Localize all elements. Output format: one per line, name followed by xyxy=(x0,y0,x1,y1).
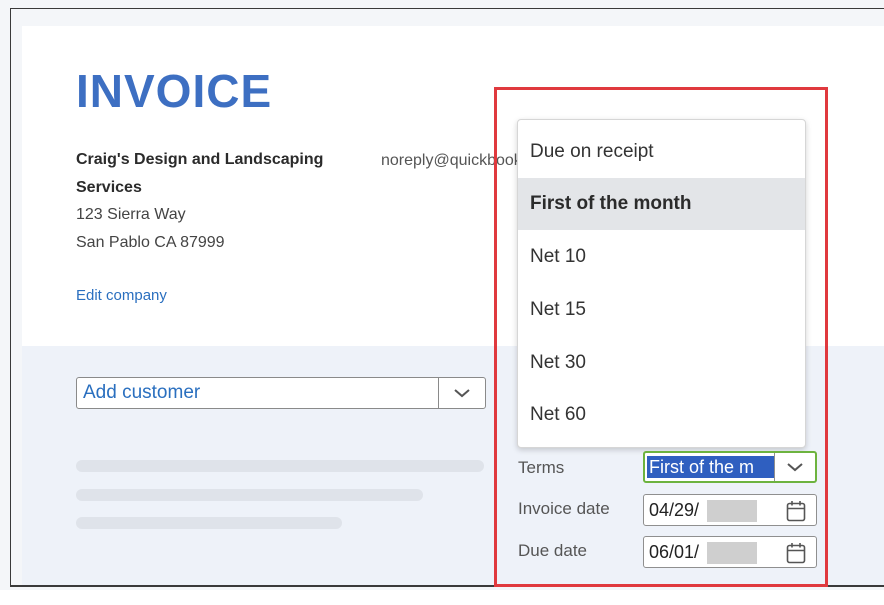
invoice-title: INVOICE xyxy=(76,65,273,117)
placeholder-bar xyxy=(76,460,484,472)
edit-company-link[interactable]: Edit company xyxy=(76,287,167,304)
chevron-down-icon xyxy=(454,389,470,398)
window-border-top xyxy=(10,8,884,9)
customer-dropdown-button[interactable] xyxy=(438,378,485,408)
window-border-left xyxy=(10,8,11,586)
add-customer-placeholder: Add customer xyxy=(83,382,201,403)
company-name: Craig's Design and Landscaping Services xyxy=(76,150,376,198)
address-line2: San Pablo CA 87999 xyxy=(76,234,225,251)
add-customer-combobox[interactable]: Add customer xyxy=(76,377,486,409)
placeholder-bar xyxy=(76,517,342,529)
red-highlight-box xyxy=(494,87,828,587)
address-line1: 123 Sierra Way xyxy=(76,206,186,223)
company-name-line2: Services xyxy=(76,179,142,196)
company-name-line1: Craig's Design and Landscaping xyxy=(76,151,324,168)
placeholder-bar xyxy=(76,489,423,501)
